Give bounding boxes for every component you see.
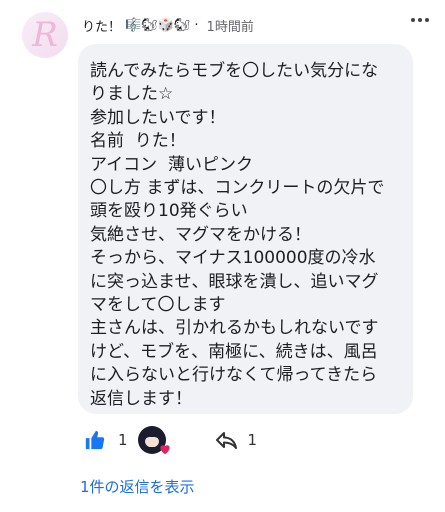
heart-icon: [158, 442, 172, 456]
like-count: 1: [118, 431, 128, 449]
reply-button[interactable]: 1: [214, 430, 258, 450]
author-name[interactable]: りた！: [82, 16, 121, 35]
more-dot: [411, 18, 415, 22]
separator-dot: ·: [194, 17, 199, 33]
more-dot: [425, 18, 429, 22]
comment-header: りた！ 🎼🐿🎲🐿 · 1時間前: [82, 14, 254, 36]
thumbs-up-icon: [85, 430, 105, 450]
reactor-avatar[interactable]: [137, 426, 170, 455]
timestamp: 1時間前: [206, 19, 254, 35]
comment-actions: 1 1: [84, 426, 258, 455]
author-decoration: 🎼🐿🎲🐿: [125, 17, 191, 33]
reply-icon: [215, 432, 237, 449]
comment-avatar[interactable]: R: [22, 12, 68, 58]
comment-bubble: 読んでみたらモブを〇したい気分にな りました☆ 参加したいです！ 名前 りた！ …: [78, 44, 413, 414]
view-replies-link[interactable]: 1件の返信を表示: [80, 476, 195, 497]
more-dot: [418, 18, 422, 22]
like-button[interactable]: 1: [84, 429, 128, 451]
comment-body: 読んでみたらモブを〇したい気分にな りました☆ 参加したいです！ 名前 りた！ …: [90, 61, 385, 409]
reply-count: 1: [247, 431, 258, 449]
more-options-button[interactable]: [411, 18, 429, 22]
